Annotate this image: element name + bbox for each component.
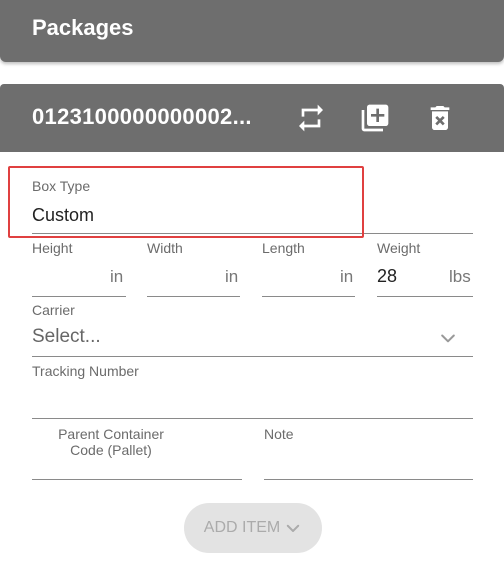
width-unit: in [225,267,239,286]
add-box-icon[interactable] [359,102,391,134]
page-title: Packages [32,15,134,40]
length-underline [262,296,355,297]
carrier-select[interactable]: Select... [32,326,101,348]
height-underline [32,296,126,297]
length-unit: in [340,267,354,286]
tracking-label: Tracking Number [32,363,139,379]
parent-container-label-line1: Parent Container [58,426,164,442]
weight-unit: lbs [449,267,471,286]
weight-underline [377,296,473,297]
delete-icon[interactable] [424,102,456,134]
swap-icon[interactable] [295,102,327,134]
height-label: Height [32,240,73,256]
parent-container-underline [32,479,242,480]
box-type-underline [32,233,473,234]
width-label: Width [147,240,183,256]
box-type-label: Box Type [32,178,91,194]
height-unit: in [110,267,124,286]
chevron-down-icon[interactable] [438,328,458,348]
chevron-down-icon [284,519,302,537]
note-underline [264,479,473,480]
weight-label: Weight [377,240,421,256]
width-underline [147,296,240,297]
carrier-label: Carrier [32,302,75,318]
parent-container-label: Parent Container Code (Pallet) [32,426,190,458]
package-bar: 0123100000000002... [0,84,504,152]
packages-header: Packages [0,0,504,62]
parent-container-label-line2: Code (Pallet) [70,442,152,458]
note-label: Note [264,426,294,442]
add-item-label: ADD ITEM [203,519,281,536]
add-item-button[interactable]: ADD ITEM [184,503,322,553]
weight-input[interactable]: 28 [377,266,397,287]
tracking-underline [32,418,473,419]
box-type-value[interactable]: Custom [32,205,94,226]
length-label: Length [262,240,305,256]
carrier-underline [32,356,473,357]
package-id: 0123100000000002... [32,104,252,129]
